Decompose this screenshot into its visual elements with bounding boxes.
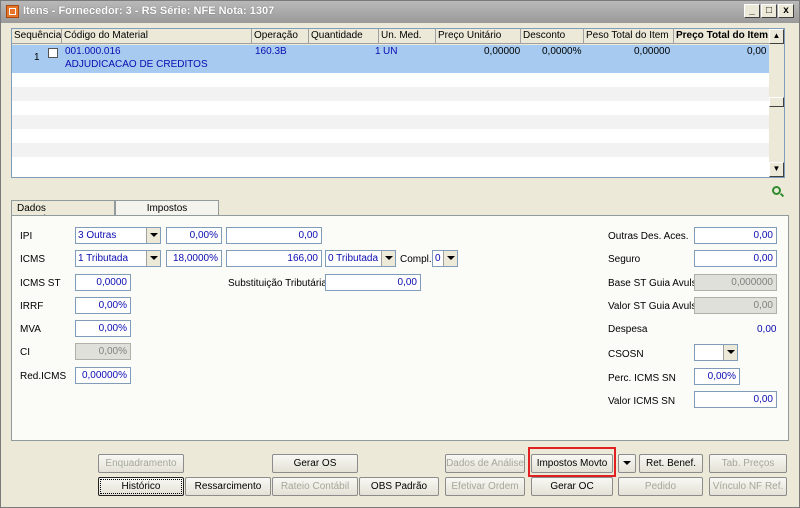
tab-precos-button[interactable]: Tab. Preços — [709, 454, 787, 473]
col-quantidade[interactable]: Quantidade — [309, 29, 379, 44]
chevron-down-icon — [146, 228, 160, 243]
icms-label: ICMS — [20, 254, 45, 265]
col-preco-total[interactable]: Preço Total do Item — [674, 29, 770, 44]
maximize-button[interactable]: □ — [761, 4, 777, 18]
col-peso-total[interactable]: Peso Total do Item — [584, 29, 674, 44]
grid-header: Sequência Código do Material Operação Qu… — [12, 29, 770, 45]
outras-label: Outras Des. Aces. — [608, 231, 689, 242]
despesa-value: 0,00 — [757, 324, 777, 335]
minimize-button[interactable]: _ — [744, 4, 760, 18]
base-st-field: 0,000000 — [694, 274, 777, 291]
enquadramento-button[interactable]: Enquadramento — [98, 454, 184, 473]
historico-button[interactable]: Histórico — [98, 477, 184, 496]
valor-sn-label: Valor ICMS SN — [608, 396, 676, 407]
gerar-os-button[interactable]: Gerar OS — [272, 454, 358, 473]
compl-label: Compl. — [400, 254, 432, 265]
highlight-box — [528, 447, 616, 477]
chevron-down-icon — [723, 345, 737, 360]
col-desconto[interactable]: Desconto — [521, 29, 584, 44]
cell-un-med: UN — [383, 46, 398, 57]
ci-label: CI — [20, 347, 30, 358]
despesa-label: Despesa — [608, 324, 648, 335]
scroll-thumb[interactable] — [769, 97, 784, 107]
app-icon — [6, 5, 19, 18]
chevron-down-icon — [381, 251, 395, 266]
ipi-select[interactable]: 3 Outras — [75, 227, 161, 244]
cell-sequencia: 1 — [34, 52, 40, 63]
cell-descricao: ADJUDICACAO DE CREDITOS — [65, 59, 208, 70]
cell-preco-total: 0,00 — [747, 46, 767, 57]
grid-scrollbar[interactable]: ▲ ▼ — [769, 29, 784, 177]
ipi-label: IPI — [20, 231, 33, 242]
cell-operacao: 160.3B — [255, 46, 287, 57]
vinculo-nf-button[interactable]: Vínculo NF Ref. — [709, 477, 787, 496]
csosn-label: CSOSN — [608, 349, 644, 360]
title-bar: Itens - Fornecedor: 3 - RS Série: NFE No… — [1, 1, 799, 23]
mva-field[interactable]: 0,00% — [75, 320, 131, 337]
icms-tributacao-select[interactable]: 0 Tributada — [325, 250, 396, 267]
red-icms-field[interactable]: 0,00000% — [75, 367, 131, 384]
icms-st-field[interactable]: 0,0000 — [75, 274, 131, 291]
close-button[interactable]: x — [778, 4, 794, 18]
red-icms-label: Red.ICMS — [20, 371, 67, 382]
seguro-field[interactable]: 0,00 — [694, 250, 777, 267]
chevron-down-icon — [146, 251, 160, 266]
tab-impostos[interactable]: Impostos — [115, 200, 219, 216]
ipi-value-field[interactable]: 0,00 — [226, 227, 322, 244]
ressarcimento-button[interactable]: Ressarcimento — [185, 477, 271, 496]
icms-percent-field[interactable]: 18,0000% — [166, 250, 222, 267]
valor-st-label: Valor ST Guia Avulsa — [608, 301, 702, 312]
chevron-down-icon — [623, 461, 631, 466]
cell-desconto: 0,0000% — [542, 46, 582, 57]
csosn-select[interactable] — [694, 344, 738, 361]
impostos-dropdown-button[interactable] — [618, 454, 636, 473]
pedido-button[interactable]: Pedido — [618, 477, 703, 496]
irrf-field[interactable]: 0,00% — [75, 297, 131, 314]
ci-field: 0,00% — [75, 343, 131, 360]
compl-select[interactable]: 0 — [432, 250, 458, 267]
valor-sn-field[interactable]: 0,00 — [694, 391, 777, 408]
mva-label: MVA — [20, 324, 41, 335]
valor-st-field: 0,00 — [694, 297, 777, 314]
perc-sn-field[interactable]: 0,00% — [694, 368, 740, 385]
subst-field[interactable]: 0,00 — [325, 274, 421, 291]
scroll-down-icon[interactable]: ▼ — [769, 162, 784, 177]
cell-codigo: 001.000.016 — [65, 46, 121, 57]
scroll-up-icon[interactable]: ▲ — [769, 29, 784, 44]
window-title: Itens - Fornecedor: 3 - RS Série: NFE No… — [23, 5, 275, 17]
col-operacao[interactable]: Operação — [252, 29, 309, 44]
grid-empty-row — [12, 115, 770, 129]
base-st-label: Base ST Guia Avulsa — [608, 278, 703, 289]
perc-sn-label: Perc. ICMS SN — [608, 373, 676, 384]
grid-empty-row — [12, 143, 770, 157]
ret-benef-button[interactable]: Ret. Benef. — [639, 454, 703, 473]
irrf-label: IRRF — [20, 301, 44, 312]
row-checkbox[interactable] — [48, 48, 58, 58]
subst-label: Substituição Tributária — [228, 278, 327, 289]
chevron-down-icon — [443, 251, 457, 266]
col-sequencia[interactable]: Sequência — [12, 29, 62, 44]
gerar-oc-button[interactable]: Gerar OC — [531, 477, 613, 496]
grid-empty-row — [12, 87, 770, 101]
cell-peso-total: 0,00000 — [634, 46, 671, 57]
icms-st-label: ICMS ST — [20, 278, 61, 289]
seguro-label: Seguro — [608, 254, 641, 265]
outras-field[interactable]: 0,00 — [694, 227, 777, 244]
dados-analise-button[interactable]: Dados de Análise — [445, 454, 525, 473]
search-icon[interactable] — [772, 186, 781, 195]
icms-select[interactable]: 1 Tributada — [75, 250, 161, 267]
efetivar-ordem-button[interactable]: Efetivar Ordem — [445, 477, 525, 496]
col-codigo[interactable]: Código do Material — [62, 29, 252, 44]
cell-quantidade: 1 — [375, 46, 381, 57]
tab-dados-complementares[interactable]: Dados Complementares — [11, 200, 115, 225]
icms-value-field[interactable]: 166,00 — [226, 250, 322, 267]
rateio-button[interactable]: Rateio Contábil — [272, 477, 358, 496]
obs-padrao-button[interactable]: OBS Padrão — [359, 477, 439, 496]
col-un-med[interactable]: Un. Med. — [379, 29, 436, 44]
items-grid[interactable]: Sequência Código do Material Operação Qu… — [11, 28, 785, 178]
col-preco-unitario[interactable]: Preço Unitário — [436, 29, 521, 44]
cell-preco-unitario: 0,00000 — [484, 46, 521, 57]
ipi-percent-field[interactable]: 0,00% — [166, 227, 222, 244]
